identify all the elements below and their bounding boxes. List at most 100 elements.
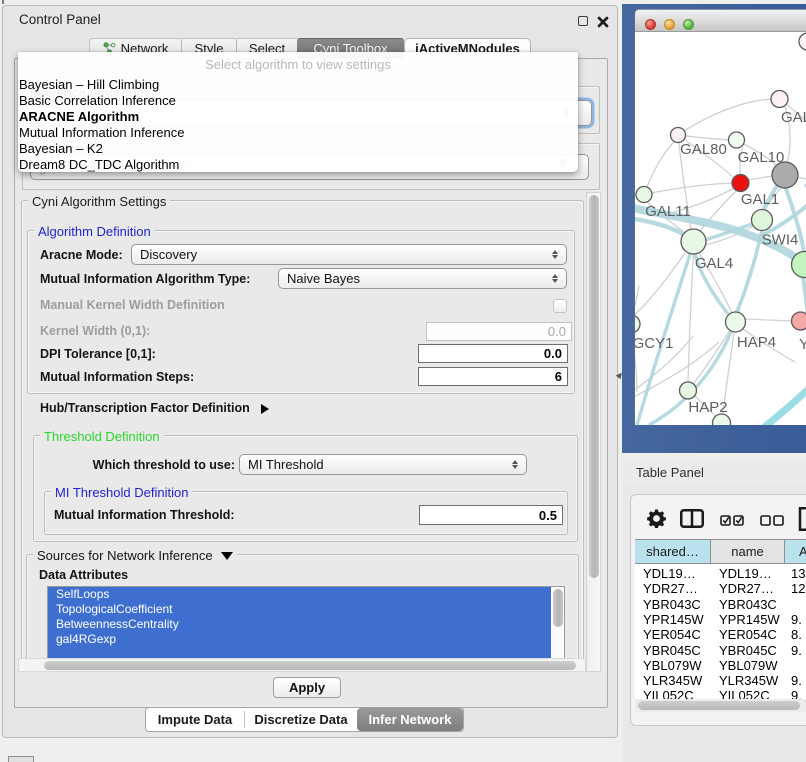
table-cell: YBL079W: [719, 658, 778, 673]
network-node-hap2[interactable]: [680, 382, 697, 399]
network-edge[interactable]: [635, 253, 685, 316]
kernel-width-label: Kernel Width (0,1):: [40, 324, 150, 338]
column-header-1[interactable]: shared…: [635, 540, 711, 563]
combo-arrows-icon: [552, 274, 558, 283]
network-node-gal4[interactable]: [681, 229, 706, 254]
combo-arrows-icon: [512, 460, 518, 469]
dropdown-item[interactable]: Basic Correlation Inference: [19, 93, 176, 108]
network-node-gal1[interactable]: [732, 175, 749, 192]
settings-hscrollbar-track[interactable]: [18, 658, 586, 672]
bottom-tab-infer-network[interactable]: Infer Network: [357, 708, 463, 731]
table-row[interactable]: YIL052CYIL052C9.: [635, 688, 806, 699]
aracne-mode-combobox[interactable]: Discovery: [131, 244, 567, 265]
table-cell: YLR345W: [719, 673, 778, 688]
collapsed-arrow-icon: [261, 404, 269, 414]
export-table-icon[interactable]: [798, 507, 806, 536]
table-row[interactable]: YLR345WYLR345W9.: [635, 673, 806, 688]
network-node-gal10[interactable]: [729, 132, 745, 148]
table-cell: 9.: [791, 643, 802, 658]
unselect-all-icon[interactable]: [760, 513, 784, 531]
table-header-row: shared…nameA: [635, 539, 806, 564]
network-node-hap4[interactable]: [726, 312, 746, 332]
close-panel-icon[interactable]: [597, 15, 609, 27]
table-row[interactable]: YPR145WYPR145W9.: [635, 612, 806, 627]
list-scrollbar-thumb[interactable]: [553, 589, 563, 627]
network-node-label: SWI4: [762, 232, 799, 249]
list-scrollbar-track[interactable]: [551, 587, 564, 658]
network-edge-highlighted[interactable]: [763, 382, 806, 425]
column-header-2[interactable]: name: [711, 540, 785, 563]
minimize-window-icon[interactable]: [664, 19, 675, 30]
network-edge[interactable]: [644, 183, 732, 195]
network-canvas[interactable]: GAL7GAL80GAL10GAL1GAL11SWI4GAL4GCY1HAP4Y…: [635, 32, 806, 425]
table-row[interactable]: YBR043CYBR043C: [635, 597, 806, 612]
table-hscrollbar-thumb[interactable]: [638, 701, 800, 710]
hub-definition-toggle[interactable]: Hub/Transcription Factor Definition: [40, 401, 269, 415]
network-edge[interactable]: [644, 140, 676, 195]
table-row[interactable]: YDL19…YDL19…13: [635, 566, 806, 581]
column-browser-icon[interactable]: [680, 509, 704, 533]
select-all-icon[interactable]: [720, 513, 744, 531]
network-node-yj[interactable]: [792, 312, 806, 330]
network-node-gal11[interactable]: [636, 187, 652, 203]
settings-vscrollbar-thumb[interactable]: [589, 195, 599, 578]
attribute-list-item[interactable]: BetweennessCentrality: [48, 617, 551, 632]
dropdown-item[interactable]: ARACNE Algorithm: [19, 109, 139, 124]
network-edge[interactable]: [693, 330, 730, 384]
table-row[interactable]: YBL079WYBL079W: [635, 658, 806, 673]
network-edge-highlighted[interactable]: [736, 230, 762, 313]
which-threshold-combobox[interactable]: MI Threshold: [239, 454, 527, 475]
mi-type-label: Mutual Information Algorithm Type:: [40, 272, 250, 286]
aracne-mode-value: Discovery: [140, 247, 197, 262]
network-edge[interactable]: [678, 99, 780, 135]
network-node-gcy1[interactable]: [635, 315, 640, 333]
screen: Control Panel NetworkStyleSelectCyni Too…: [0, 0, 806, 762]
column-header-3[interactable]: A: [785, 540, 806, 563]
bottom-stub-button[interactable]: [8, 756, 34, 762]
mi-threshold-field[interactable]: 0.5: [419, 505, 563, 525]
network-node-gal7[interactable]: [771, 91, 788, 108]
dropdown-item[interactable]: Dream8 DC_TDC Algorithm: [19, 157, 179, 172]
network-node-label: GAL80: [680, 141, 727, 158]
network-node-label: GAL10: [738, 149, 785, 166]
network-edge[interactable]: [745, 319, 792, 321]
table-hscrollbar-track[interactable]: [635, 699, 806, 712]
table-cell: YBR043C: [643, 597, 701, 612]
table-row[interactable]: YER054CYER054C8.: [635, 627, 806, 642]
table-cell: 9.: [791, 688, 802, 699]
gear-icon[interactable]: [647, 509, 666, 533]
kernel-width-field[interactable]: 0.0: [426, 322, 572, 341]
network-graph: GAL7GAL80GAL10GAL1GAL11SWI4GAL4GCY1HAP4Y…: [635, 32, 806, 425]
zoom-window-icon[interactable]: [683, 19, 694, 30]
attribute-list-item[interactable]: SelfLoops: [48, 587, 551, 602]
dropdown-item[interactable]: Bayesian – K2: [19, 141, 103, 156]
table-panel-title: Table Panel: [636, 465, 704, 480]
dpi-tolerance-field[interactable]: 0.0: [418, 344, 568, 363]
float-window-icon[interactable]: [578, 16, 588, 26]
mi-type-combobox[interactable]: Naive Bayes: [278, 268, 567, 289]
settings-vscrollbar-track[interactable]: [586, 192, 601, 672]
bottom-tab-discretize-data[interactable]: Discretize Data: [245, 708, 357, 731]
dropdown-prompt: Select algorithm to view settings: [18, 57, 578, 72]
bottom-tab-impute-data[interactable]: Impute Data: [146, 708, 244, 731]
sources-group-title[interactable]: Sources for Network Inference: [33, 548, 237, 563]
dropdown-item[interactable]: Bayesian – Hill Climbing: [19, 77, 159, 92]
close-window-icon[interactable]: [645, 19, 656, 30]
network-edge[interactable]: [748, 176, 772, 180]
mi-steps-field[interactable]: 6: [418, 367, 568, 386]
cyni-bottom-tabs: Impute DataDiscretize DataInfer Network: [145, 707, 464, 732]
manual-kernel-checkbox[interactable]: [553, 299, 567, 313]
network-node-swi4[interactable]: [752, 210, 773, 231]
apply-button[interactable]: Apply: [273, 677, 341, 698]
table-row[interactable]: YDR27…YDR27…12: [635, 581, 806, 596]
table-cell: YPR145W: [719, 612, 780, 627]
table-cell: YIL052C: [719, 688, 770, 699]
attribute-list-item[interactable]: TopologicalCoefficient: [48, 602, 551, 617]
network-node[interactable]: [772, 162, 798, 188]
table-row[interactable]: YBR045CYBR045C9.: [635, 643, 806, 658]
network-node[interactable]: [799, 33, 806, 50]
attribute-list-item[interactable]: gal4RGexp: [48, 632, 551, 647]
settings-hscrollbar-thumb[interactable]: [44, 661, 576, 670]
dpi-tolerance-label: DPI Tolerance [0,1]:: [40, 347, 156, 361]
dropdown-item[interactable]: Mutual Information Inference: [19, 125, 184, 140]
